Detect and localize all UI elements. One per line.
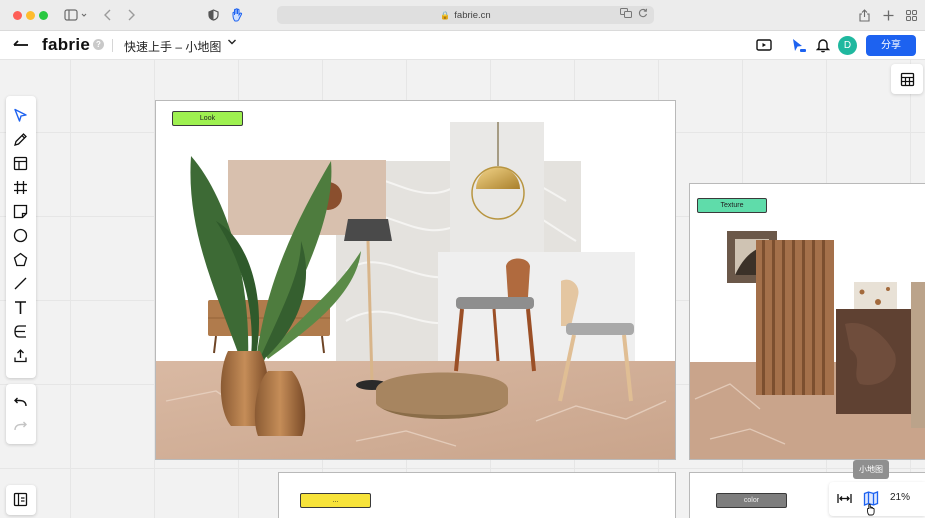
present-icon[interactable] [755,37,773,54]
frame-look[interactable]: Look [155,100,676,460]
close-window-button[interactable] [13,11,22,20]
zoom-bar: 21% [829,482,925,516]
redo-icon[interactable] [12,418,29,435]
browser-chrome: 🔒 fabrie.cn [0,0,925,31]
new-tab-icon[interactable] [881,6,895,24]
look-moodboard-image [156,122,675,459]
forward-arrow-icon[interactable] [124,6,138,24]
lock-icon: 🔒 [440,10,451,20]
layers-panel-icon[interactable] [12,491,29,508]
fit-width-icon[interactable] [837,492,852,510]
sticky-note-icon[interactable] [12,203,29,220]
fabrie-logo[interactable]: fabrie [42,35,90,55]
layers-panel-toolbar [6,485,36,515]
notification-bell-icon[interactable] [814,37,832,54]
minimize-window-button[interactable] [26,11,35,20]
frame-tag-color[interactable]: color [716,493,787,508]
line-icon[interactable] [12,275,29,292]
upload-icon[interactable] [12,347,29,364]
sidebar-toggle-icon[interactable] [62,6,90,24]
text-icon[interactable] [12,299,29,316]
tab-overview-icon[interactable] [904,6,918,24]
frame-tag-look[interactable]: Look [172,111,243,126]
history-toolbar [6,384,36,444]
share-page-icon[interactable] [857,6,871,24]
translate-icon[interactable] [620,8,632,20]
whiteboard-canvas[interactable]: Look Texture ... color 小地图 21% [0,60,925,518]
frame-texture[interactable]: Texture [689,183,925,460]
select-icon[interactable] [12,107,29,124]
url-text: fabrie.cn [454,9,491,21]
chevron-down-icon[interactable] [227,37,237,50]
back-icon[interactable] [12,37,30,53]
address-bar[interactable]: 🔒 fabrie.cn [277,6,654,24]
maximize-window-button[interactable] [39,11,48,20]
polygon-icon[interactable] [12,251,29,268]
template-icon[interactable] [12,155,29,172]
app-header: fabrie ? 快速上手 – 小地图 D 分享 [0,31,925,60]
document-title[interactable]: 快速上手 – 小地图 [124,38,221,55]
frame-tag-texture[interactable]: Texture [697,198,767,213]
undo-icon[interactable] [12,394,29,411]
frame-icon[interactable] [12,179,29,196]
connector-icon[interactable] [12,323,29,340]
cursor-follow-icon[interactable] [790,37,808,54]
extension-hand-icon[interactable] [230,6,244,24]
help-icon[interactable]: ? [93,39,104,50]
pen-icon[interactable] [12,131,29,148]
tool-palette [6,96,36,378]
frame-tag-third[interactable]: ... [300,493,371,508]
share-button[interactable]: 分享 [866,35,916,56]
user-avatar[interactable]: D [838,36,857,55]
reload-icon[interactable] [638,8,648,20]
header-divider [112,39,113,52]
zoom-level[interactable]: 21% [890,492,910,503]
minimap-tooltip: 小地图 [853,460,889,479]
texture-moodboard-image [690,231,925,459]
frame-bottom-left[interactable]: ... [278,472,676,518]
privacy-shield-icon[interactable] [206,6,220,24]
table-icon [900,72,914,86]
pointer-cursor-icon [866,503,877,518]
back-arrow-icon[interactable] [101,6,115,24]
table-view-button[interactable] [891,64,923,94]
circle-icon[interactable] [12,227,29,244]
